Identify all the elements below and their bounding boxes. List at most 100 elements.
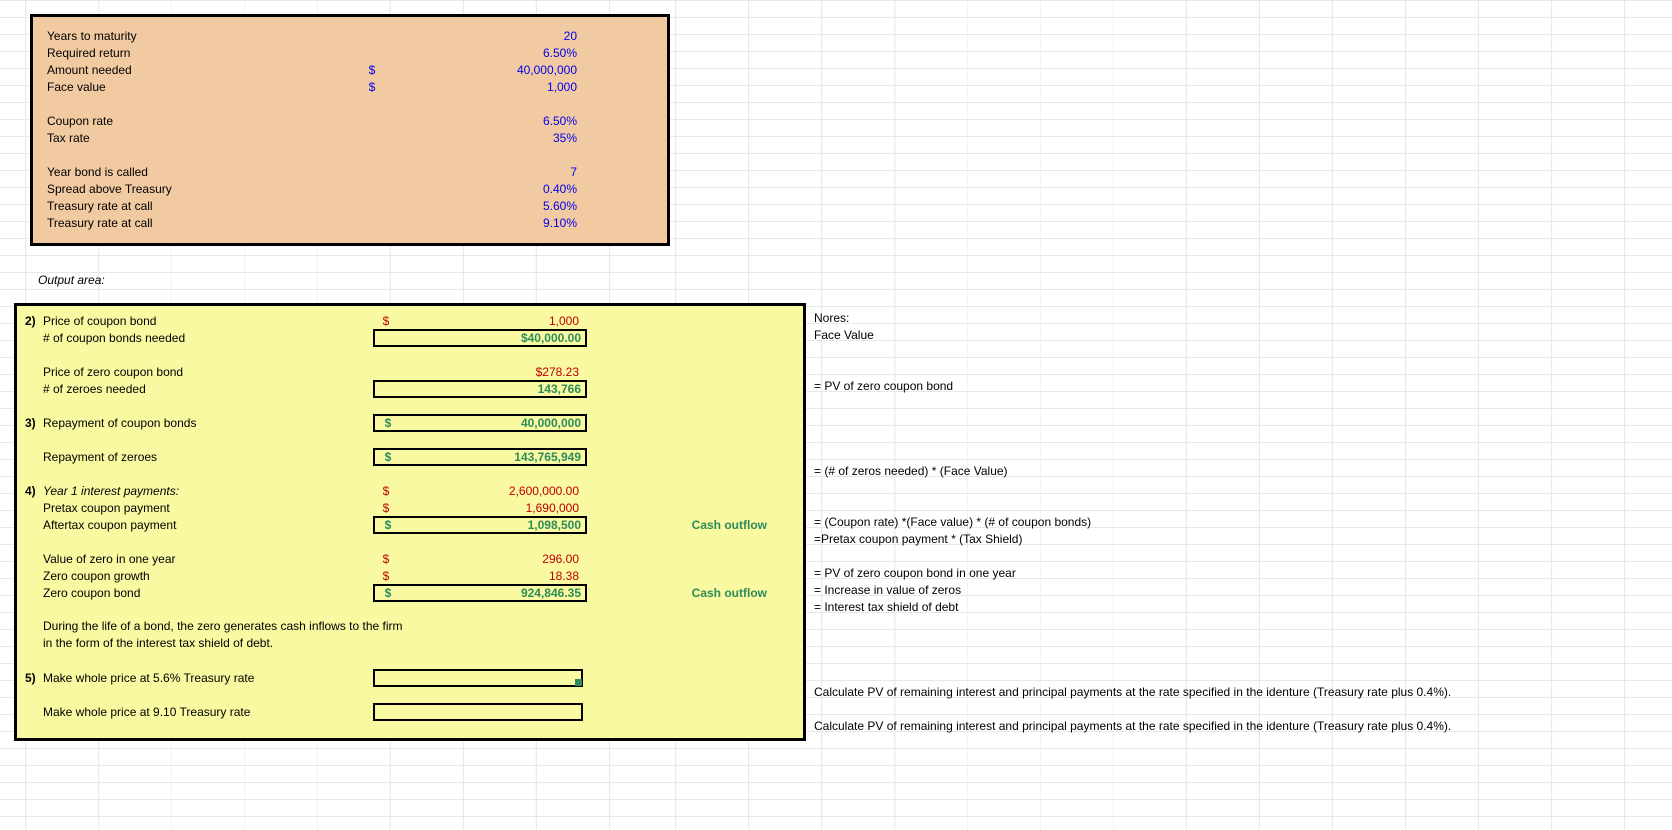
output-row: Aftertax coupon payment $ 1,098,500 Cash… <box>17 516 803 533</box>
input-value[interactable]: 6.50% <box>387 46 577 60</box>
empty-cell[interactable] <box>373 703 583 721</box>
note-text: = (# of zeros needed) * (Face Value) <box>812 464 1008 478</box>
row-value[interactable]: $278.23 <box>399 365 583 379</box>
output-row: Make whole price at 9.10 Treasury rate <box>17 703 803 720</box>
question-number: 3) <box>25 416 43 430</box>
note-text: = PV of zero coupon bond in one year <box>812 566 1016 580</box>
row-value[interactable]: 40,000,000 <box>401 416 585 430</box>
input-value[interactable]: 0.40% <box>387 182 577 196</box>
input-value[interactable]: 35% <box>387 131 577 145</box>
cash-flow-note: Cash outflow <box>587 518 787 532</box>
input-row: Required return 6.50% <box>47 44 653 61</box>
question-number: 4) <box>25 484 43 498</box>
row-label: Year 1 interest payments: <box>43 484 373 498</box>
input-row: Tax rate 35% <box>47 129 653 146</box>
input-row: Coupon rate 6.50% <box>47 112 653 129</box>
currency-symbol: $ <box>375 518 401 532</box>
row-value[interactable]: 296.00 <box>399 552 583 566</box>
explanation-text: in the form of the interest tax shield o… <box>17 635 803 652</box>
row-label: Price of coupon bond <box>43 314 373 328</box>
output-row: Price of zero coupon bond $278.23 <box>17 363 803 380</box>
input-row: Treasury rate at call 9.10% <box>47 214 653 231</box>
note-text: =Pretax coupon payment * (Tax Shield) <box>812 532 1022 546</box>
input-row: Years to maturity 20 <box>47 27 653 44</box>
input-label: Treasury rate at call <box>47 216 357 230</box>
currency-symbol: $ <box>375 450 401 464</box>
currency-symbol <box>375 382 401 396</box>
input-label: Spread above Treasury <box>47 182 357 196</box>
input-value[interactable]: 5.60% <box>387 199 577 213</box>
question-number: 5) <box>25 671 43 685</box>
note-text: = (Coupon rate) *(Face value) * (# of co… <box>812 515 1091 529</box>
note-text: Face Value <box>812 328 874 342</box>
input-label: Coupon rate <box>47 114 357 128</box>
notes-column: Nores: Face Value = PV of zero coupon bo… <box>812 309 1662 734</box>
input-value[interactable]: 9.10% <box>387 216 577 230</box>
currency-symbol: $ <box>375 416 401 430</box>
currency-symbol: $ <box>373 314 399 328</box>
input-label: Required return <box>47 46 357 60</box>
currency-symbol: $ <box>375 586 401 600</box>
question-number: 2) <box>25 314 43 328</box>
output-row: 2) Price of coupon bond $ 1,000 <box>17 312 803 329</box>
row-label: # of zeroes needed <box>43 382 373 396</box>
output-row: Zero coupon bond $ 924,846.35 Cash outfl… <box>17 584 803 601</box>
notes-header: Nores: <box>812 311 849 325</box>
output-row: Repayment of zeroes $ 143,765,949 <box>17 448 803 465</box>
currency-symbol: $ <box>357 63 387 77</box>
input-area: Years to maturity 20 Required return 6.5… <box>30 14 670 246</box>
input-label: Treasury rate at call <box>47 199 357 213</box>
input-value[interactable]: 7 <box>387 165 577 179</box>
row-value[interactable]: 1,000 <box>399 314 583 328</box>
row-label: Make whole price at 9.10 Treasury rate <box>43 705 373 719</box>
row-value[interactable]: 1,690,000 <box>399 501 583 515</box>
currency-symbol: $ <box>373 484 399 498</box>
cash-flow-note: Cash outflow <box>587 586 787 600</box>
row-value[interactable]: 2,600,000.00 <box>399 484 583 498</box>
row-value[interactable]: 924,846.35 <box>401 586 585 600</box>
selected-cell[interactable] <box>373 669 583 687</box>
row-value[interactable]: $40,000.00 <box>401 331 585 345</box>
currency-symbol <box>373 365 399 379</box>
row-label: Make whole price at 5.6% Treasury rate <box>43 671 373 685</box>
input-row: Amount needed $ 40,000,000 <box>47 61 653 78</box>
row-label: Aftertax coupon payment <box>43 518 373 532</box>
input-value[interactable]: 20 <box>387 29 577 43</box>
input-value[interactable]: 6.50% <box>387 114 577 128</box>
output-row: Value of zero in one year $ 296.00 <box>17 550 803 567</box>
note-text: Calculate PV of remaining interest and p… <box>812 719 1451 733</box>
currency-symbol: $ <box>373 501 399 515</box>
currency-symbol: $ <box>373 569 399 583</box>
output-row: Zero coupon growth $ 18.38 <box>17 567 803 584</box>
input-row: Treasury rate at call 5.60% <box>47 197 653 214</box>
row-value[interactable]: 1,098,500 <box>401 518 585 532</box>
currency-symbol: $ <box>373 552 399 566</box>
row-label: Value of zero in one year <box>43 552 373 566</box>
output-area: 2) Price of coupon bond $ 1,000 # of cou… <box>14 303 806 741</box>
input-value[interactable]: 40,000,000 <box>387 63 577 77</box>
input-label: Year bond is called <box>47 165 357 179</box>
currency-symbol: $ <box>357 80 387 94</box>
row-value[interactable]: 143,765,949 <box>401 450 585 464</box>
output-area-label: Output area: <box>38 273 105 287</box>
input-row: Face value $ 1,000 <box>47 78 653 95</box>
output-row: 3) Repayment of coupon bonds $ 40,000,00… <box>17 414 803 431</box>
input-row: Year bond is called 7 <box>47 163 653 180</box>
row-label: Pretax coupon payment <box>43 501 373 515</box>
output-row: Pretax coupon payment $ 1,690,000 <box>17 499 803 516</box>
currency-symbol <box>375 331 401 345</box>
input-row: Spread above Treasury 0.40% <box>47 180 653 197</box>
note-text: = Increase in value of zeros <box>812 583 961 597</box>
output-row: 5) Make whole price at 5.6% Treasury rat… <box>17 669 803 686</box>
row-label: # of coupon bonds needed <box>43 331 373 345</box>
row-label: Price of zero coupon bond <box>43 365 373 379</box>
output-row: # of zeroes needed 143,766 <box>17 380 803 397</box>
input-label: Amount needed <box>47 63 357 77</box>
explanation-text: During the life of a bond, the zero gene… <box>17 618 803 635</box>
row-value[interactable]: 143,766 <box>401 382 585 396</box>
input-label: Face value <box>47 80 357 94</box>
input-label: Years to maturity <box>47 29 357 43</box>
input-label: Tax rate <box>47 131 357 145</box>
row-value[interactable]: 18.38 <box>399 569 583 583</box>
input-value[interactable]: 1,000 <box>387 80 577 94</box>
